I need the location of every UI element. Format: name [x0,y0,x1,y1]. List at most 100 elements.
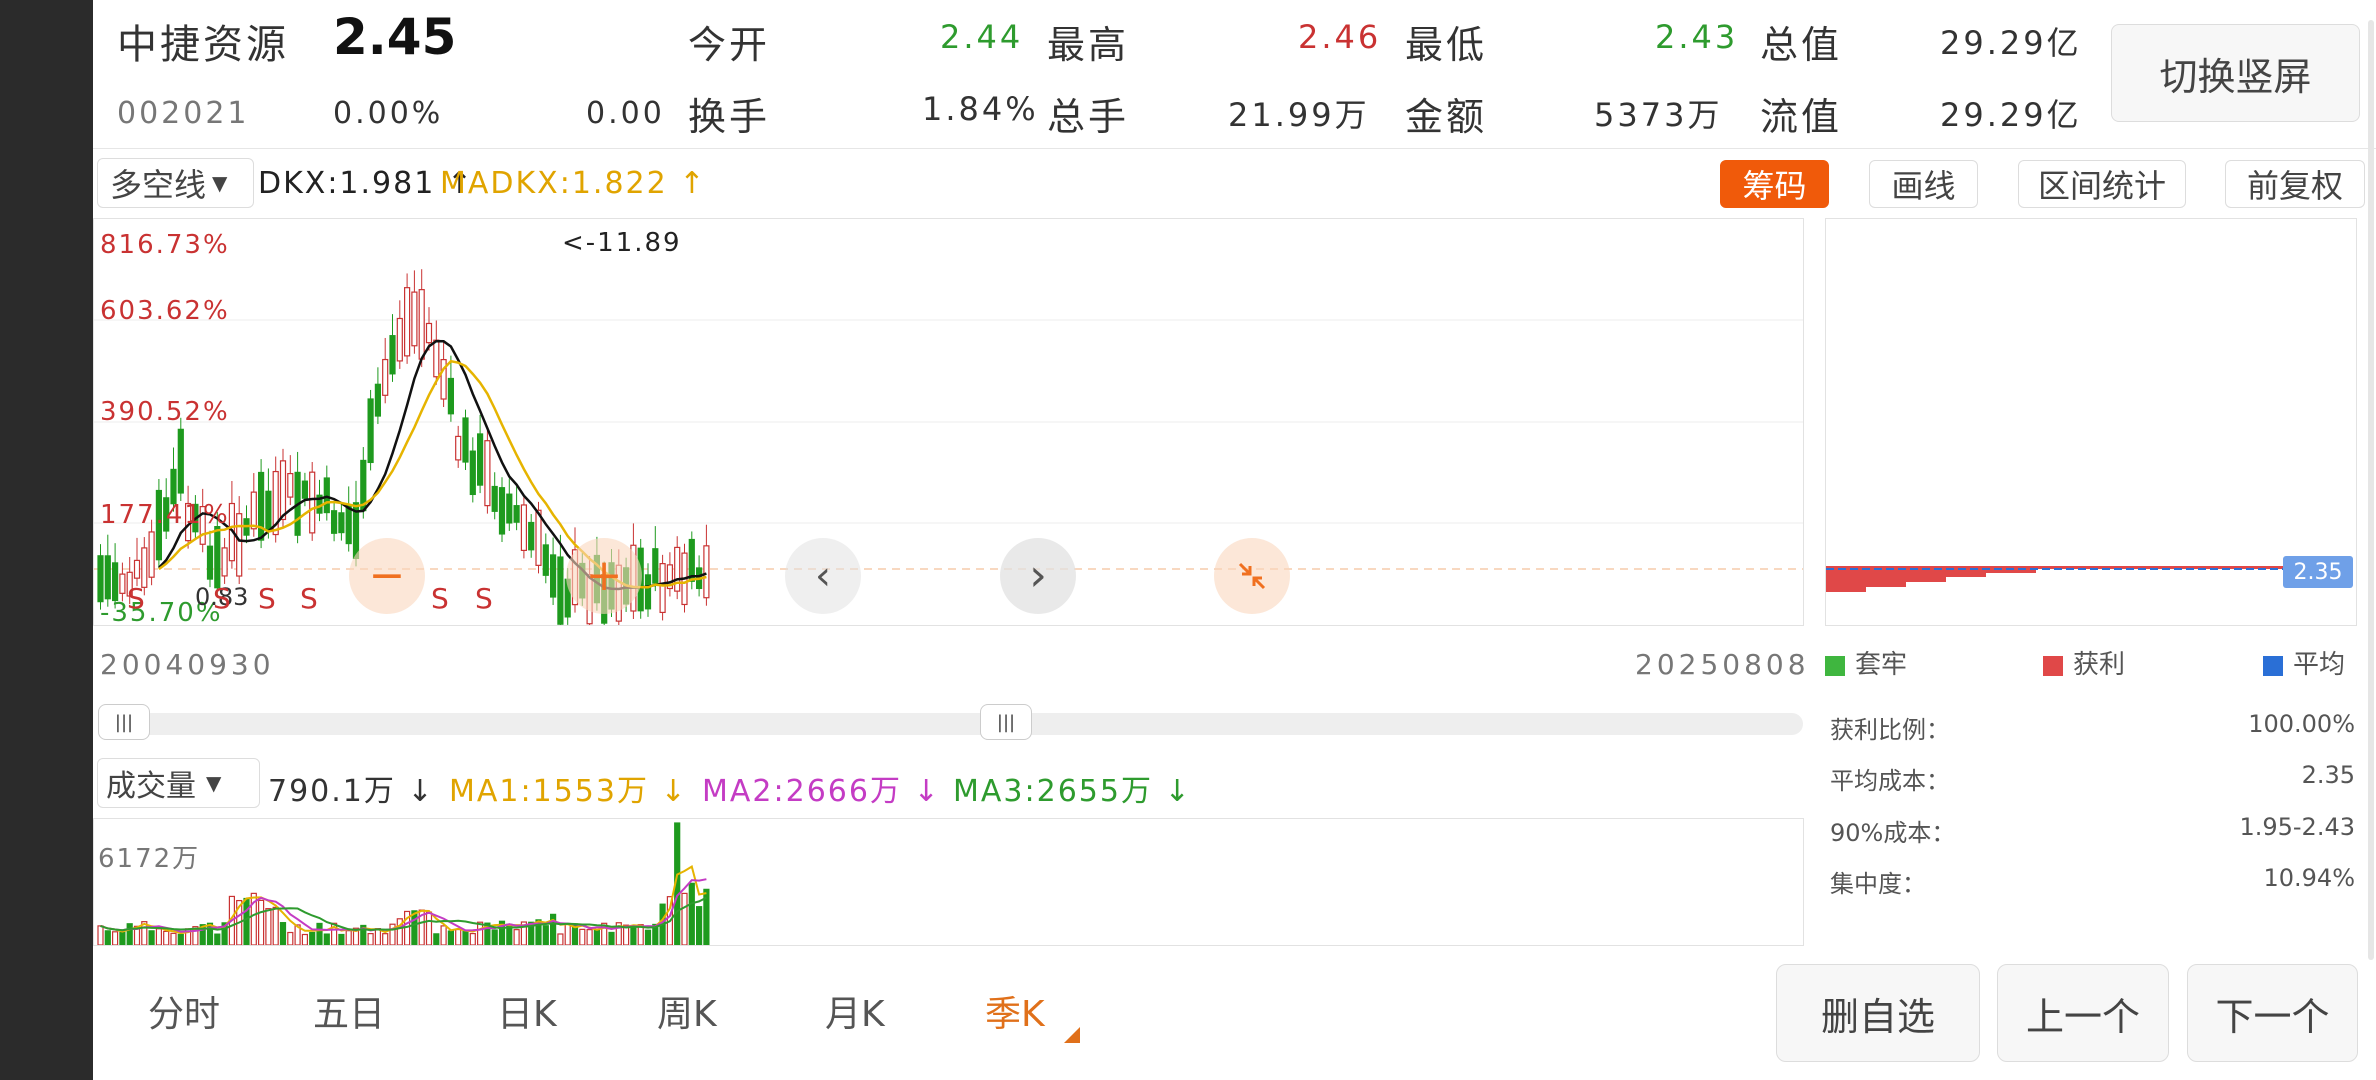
range-scrollbar[interactable] [98,713,1803,735]
total-hands-label: 总手 [1047,95,1130,139]
volume-bar [170,932,177,945]
volume-bar [148,930,155,945]
volume-ma2: MA2:2666万 ↓ [702,774,941,809]
candle-body [97,555,104,603]
zoom-in-icon: + [585,550,623,601]
grip-icon: ||| [996,711,1016,733]
candle-body [433,339,440,378]
y-label-4: 177.41% [100,500,230,530]
total-hands-value: 21.99万 [1228,96,1370,134]
tab-weekly-k[interactable]: 周K [657,985,717,1037]
stat-value: 10.94% [2263,864,2355,892]
volume-bar [433,933,440,945]
tab-dropdown-icon [1064,1027,1080,1043]
volume-chart [97,822,710,945]
prev-stock-button[interactable]: 上一个 [1997,964,2169,1062]
candle-body [119,573,126,594]
tab-monthly-k[interactable]: 月K [825,985,885,1037]
volume-bar [586,929,593,945]
sell-marker: S [258,582,276,615]
volume-select[interactable]: 成交量 ▼ [97,758,260,808]
volume-bar [579,928,586,945]
volume-bar [564,923,571,945]
volume-bar [272,906,279,945]
volume-bar [469,932,476,945]
volume-bar [491,929,498,945]
candle-body [506,493,513,524]
turnover-label: 换手 [688,95,771,139]
chip-distribution-button[interactable]: 筹码 [1720,160,1829,208]
volume-bar [112,931,119,945]
tab-intraday[interactable]: 分时 [148,985,220,1037]
header-divider [93,148,2376,149]
legend-trapped-label: 套牢 [1855,650,1908,680]
stat-label: 集中度： [1830,870,1926,898]
zoom-out-button[interactable]: − [349,538,425,614]
volume-bar [119,931,126,945]
volume-bar [287,931,294,945]
stock-name: 中捷资源 [117,22,289,68]
float-value: 29.29亿 [1940,96,2082,134]
tab-quarterly-k[interactable]: 季K [985,985,1045,1037]
volume-select-label: 成交量 [106,769,196,804]
volume-bar [411,910,418,945]
delete-watchlist-button[interactable]: 删自选 [1776,964,1980,1062]
turnover-value: 1.84% [922,90,1039,128]
volume-max-label: 6172万 [98,844,201,874]
range-start-handle[interactable]: ||| [98,704,150,740]
range-stats-button[interactable]: 区间统计 [2018,160,2186,208]
candle-body [396,317,403,362]
tab-daily-k[interactable]: 日K [497,985,557,1037]
y-label-2: 603.62% [100,296,230,326]
range-end-handle[interactable]: ||| [980,704,1032,740]
legend-avg: 平均 [2263,644,2345,681]
volume-chart-panel[interactable] [93,818,1804,946]
volume-bar [301,933,308,945]
chip-bar [1826,587,1866,592]
scroll-left-button[interactable]: ‹ [785,538,861,614]
candle-body [528,521,535,551]
switch-portrait-button[interactable]: 切换竖屏 [2111,24,2360,122]
indicator-select[interactable]: 多空线 ▼ [97,158,254,208]
volume-value: 790.1万 ↓ [268,774,435,809]
volume-bar [97,925,104,945]
sell-marker: S [475,582,493,615]
collapse-button[interactable] [1214,538,1290,614]
candle-body [221,547,228,577]
stat-90-cost: 90%成本： 1.95-2.43 [1830,813,2355,848]
volume-bar [265,908,272,945]
candle-body [703,545,710,599]
zoom-in-button[interactable]: + [566,538,642,614]
volume-bar [382,933,389,945]
volume-bar [155,928,163,945]
tab-five-day[interactable]: 五日 [313,985,385,1037]
chip-distribution-chart [1826,566,2321,592]
candle-body [301,480,308,499]
stat-avg-cost: 平均成本： 2.35 [1830,761,2355,796]
candle-body [345,505,352,545]
amount-label: 金额 [1405,95,1488,139]
stat-label: 90%成本： [1830,819,1956,847]
indicator-select-label: 多空线 [110,166,207,204]
candle-body [550,554,557,598]
candle-body [484,440,491,507]
candle-body [309,471,316,534]
volume-bar [316,922,323,945]
volume-ma1: MA1:1553万 ↓ [449,774,688,809]
volume-bar [593,929,600,945]
legend-profit: 获利 [2043,644,2125,681]
date-end: 20250808 [1635,648,1810,681]
volume-bar [557,933,564,945]
low-value: 2.43 [1655,18,1739,56]
volume-bar [338,933,345,945]
volume-bar [462,930,469,945]
volume-bar [455,928,462,945]
volume-bar [177,933,184,945]
candle-body [206,545,214,580]
next-stock-button[interactable]: 下一个 [2187,964,2358,1062]
candle-body [535,509,542,566]
vertical-scrollbar[interactable] [2368,20,2374,960]
draw-line-button[interactable]: 画线 [1869,160,1978,208]
scroll-right-button[interactable]: › [1000,538,1076,614]
adjust-button[interactable]: 前复权 [2225,160,2365,208]
